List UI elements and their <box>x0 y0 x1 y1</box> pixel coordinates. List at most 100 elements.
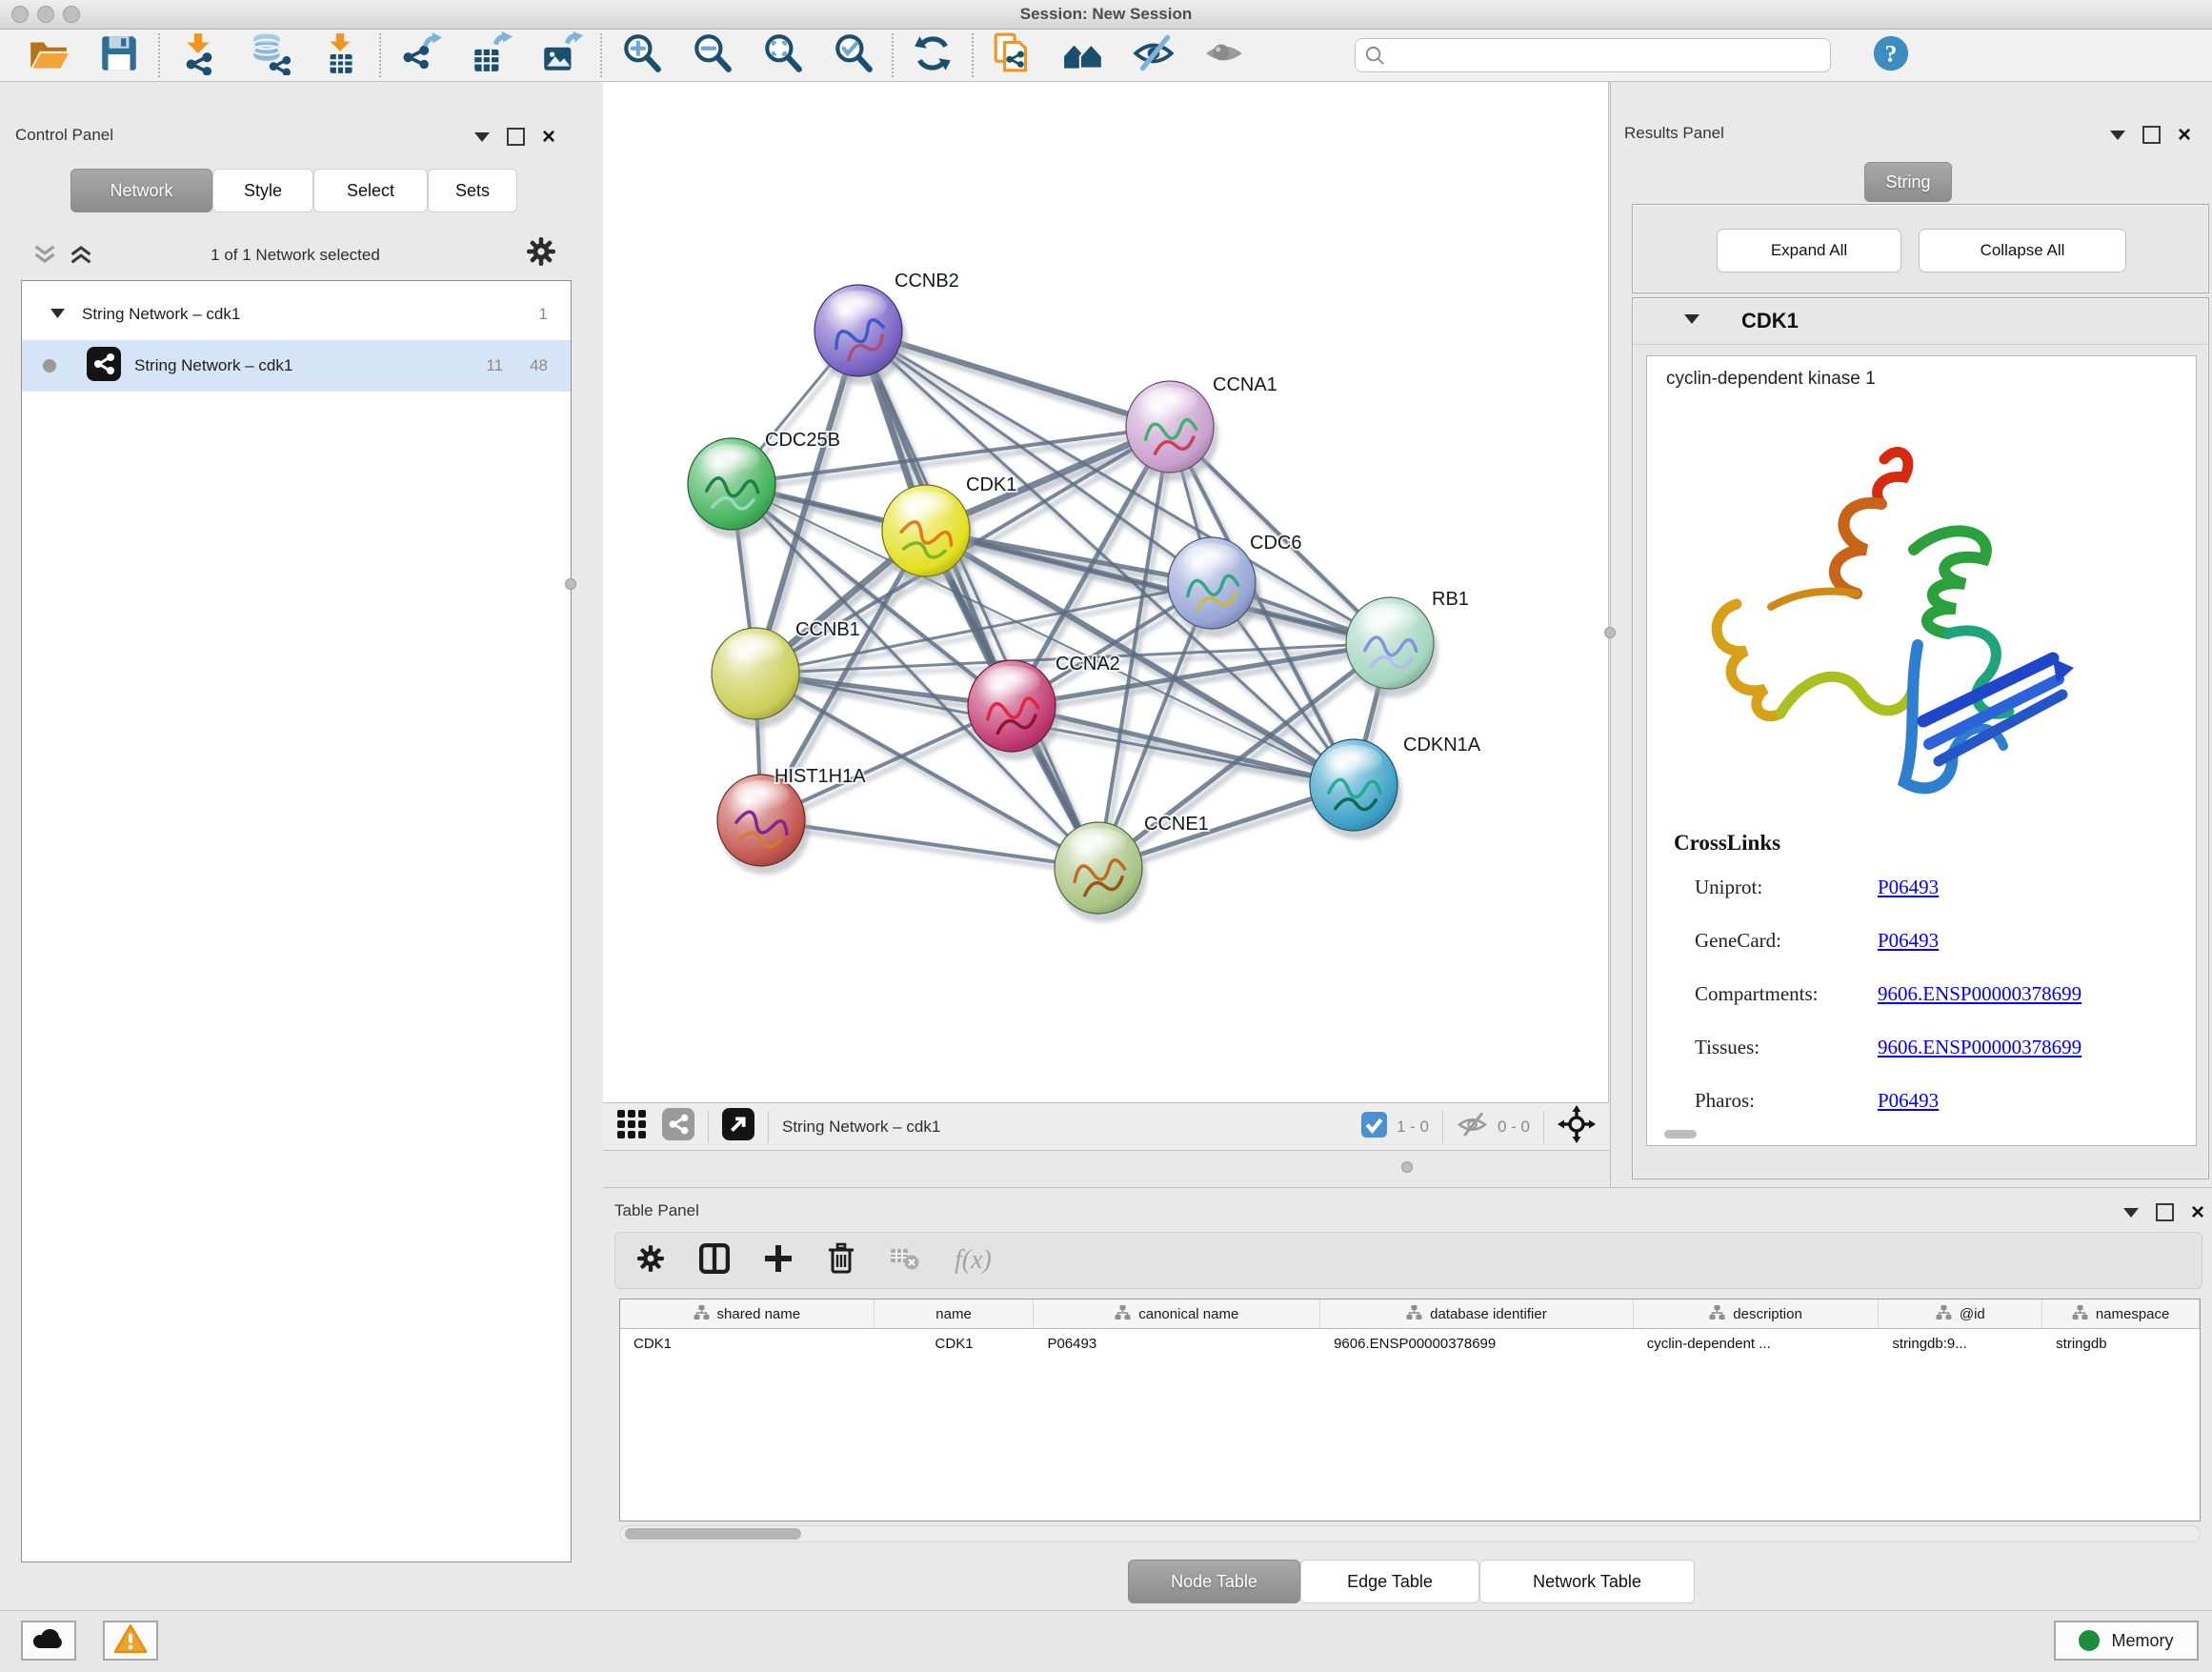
column-header-canonical-name[interactable]: canonical name <box>1034 1299 1320 1328</box>
zoom-in-button[interactable] <box>617 31 665 79</box>
toolbar-separator <box>972 33 974 77</box>
splitter-handle[interactable] <box>1401 1161 1413 1173</box>
horizontal-scrollbar-thumb[interactable] <box>1664 1130 1697 1138</box>
column-header-name[interactable]: name <box>875 1299 1035 1328</box>
crosslink-link[interactable]: P06493 <box>1878 929 1939 953</box>
import-table-file-button[interactable] <box>316 31 364 79</box>
home-networks-button[interactable] <box>1059 31 1107 79</box>
search-input[interactable] <box>1355 38 1831 72</box>
gear-icon[interactable] <box>526 236 556 272</box>
expand-all-button[interactable]: Expand All <box>1717 229 1901 272</box>
network-canvas[interactable]: CCNB2CCNA1CDC25BCDK1CDC6RB1CCNB1CCNA2CDK… <box>603 82 1609 1102</box>
gene-section-header[interactable]: CDK1 <box>1633 298 2208 345</box>
copy-style-button[interactable] <box>989 31 1036 79</box>
eye-icon <box>1202 31 1246 80</box>
export-network-button[interactable] <box>396 31 444 79</box>
network-row[interactable]: String Network – cdk1 11 48 <box>22 340 571 392</box>
panel-close-icon[interactable]: × <box>2191 1205 2204 1219</box>
gene-section-box: CDK1 cyclin-dependent kinase 1 <box>1632 297 2209 1179</box>
panel-menu-icon[interactable] <box>2123 1208 2139 1218</box>
table-row[interactable]: CDK1CDK1P064939606.ENSP00000378699cyclin… <box>620 1329 2200 1358</box>
network-share-icon[interactable] <box>662 1108 694 1145</box>
panel-float-icon[interactable] <box>507 128 525 146</box>
table-horizontal-scrollbar[interactable] <box>619 1525 2201 1542</box>
export-network-icon <box>398 31 442 80</box>
network-node-ccnb1[interactable]: CCNB1 <box>712 619 860 728</box>
table-cell[interactable]: 9606.ENSP00000378699 <box>1320 1329 1634 1358</box>
delete-column-trash-icon[interactable] <box>827 1242 855 1279</box>
tab-style[interactable]: Style <box>212 169 313 212</box>
table-cell[interactable]: CDK1 <box>620 1329 875 1358</box>
export-table-button[interactable] <box>467 31 514 79</box>
save-session-button[interactable] <box>95 31 143 79</box>
open-session-button[interactable] <box>25 31 72 79</box>
splitter-handle[interactable] <box>565 578 576 590</box>
scrollbar-thumb[interactable] <box>625 1528 801 1540</box>
table-cell[interactable]: P06493 <box>1034 1329 1320 1358</box>
zoom-out-button[interactable] <box>688 31 735 79</box>
help-button[interactable]: ? <box>1867 31 1915 79</box>
network-collection-row[interactable]: String Network – cdk1 1 <box>22 289 571 340</box>
birdseye-crosshair-icon[interactable] <box>1558 1105 1596 1148</box>
table-cell[interactable]: CDK1 <box>875 1329 1035 1358</box>
toolbar-separator <box>379 33 381 77</box>
section-collapse-icon[interactable] <box>1684 312 1699 330</box>
column-header-database-identifier[interactable]: database identifier <box>1320 1299 1634 1328</box>
table-cell[interactable]: cyclin-dependent ... <box>1634 1329 1880 1358</box>
column-header-label: @id <box>1960 1306 1985 1322</box>
column-header-description[interactable]: description <box>1634 1299 1880 1328</box>
network-node-ccna2[interactable]: CCNA2 <box>968 654 1120 760</box>
column-header-shared-name[interactable]: shared name <box>620 1299 875 1328</box>
export-image-button[interactable] <box>537 31 585 79</box>
expand-all-tree-icon[interactable] <box>69 244 93 270</box>
import-network-database-button[interactable] <box>246 31 293 79</box>
panel-menu-icon[interactable] <box>474 132 490 142</box>
crosslink-link[interactable]: 9606.ENSP00000378699 <box>1878 1036 2081 1059</box>
tab-network-table[interactable]: Network Table <box>1479 1560 1695 1603</box>
show-columns-icon[interactable] <box>699 1243 730 1279</box>
hidden-eye-slash-icon[interactable] <box>1457 1109 1488 1145</box>
crosslink-link[interactable]: 9606.ENSP00000378699 <box>1878 982 2081 1006</box>
tab-select[interactable]: Select <box>313 169 428 212</box>
splitter-handle[interactable] <box>1604 627 1616 638</box>
tab-network[interactable]: Network <box>70 169 212 212</box>
panel-float-icon[interactable] <box>2142 126 2161 144</box>
network-node-ccne1[interactable]: CCNE1 <box>1055 814 1209 922</box>
panel-menu-icon[interactable] <box>2110 131 2125 140</box>
network-node-cdkn1a[interactable]: CDKN1A <box>1310 735 1481 839</box>
network-node-ccna1[interactable]: CCNA1 <box>1126 374 1277 481</box>
tab-node-table[interactable]: Node Table <box>1128 1560 1300 1603</box>
cloud-button[interactable] <box>21 1621 76 1661</box>
show-graphics-button[interactable] <box>1200 31 1248 79</box>
import-network-file-button[interactable] <box>175 31 223 79</box>
zoom-fit-button[interactable] <box>758 31 806 79</box>
crosslink-link[interactable]: P06493 <box>1878 876 1939 899</box>
column-header-@id[interactable]: @id <box>1879 1299 2042 1328</box>
table-cell[interactable]: stringdb <box>2042 1329 2200 1358</box>
detach-view-icon[interactable] <box>722 1108 754 1145</box>
memory-button[interactable]: Memory <box>2054 1621 2199 1661</box>
crosslink-link[interactable]: P06493 <box>1878 1089 1939 1113</box>
warnings-button[interactable] <box>103 1621 158 1661</box>
network-node-rb1[interactable]: RB1 <box>1346 589 1469 697</box>
selected-checkbox-icon[interactable] <box>1361 1112 1387 1142</box>
collapse-all-tree-icon[interactable] <box>32 244 57 270</box>
refresh-button[interactable] <box>909 31 956 79</box>
hide-unhide-button[interactable] <box>1130 31 1177 79</box>
add-column-icon[interactable] <box>764 1244 793 1278</box>
tab-edge-table[interactable]: Edge Table <box>1300 1560 1479 1603</box>
panel-close-icon[interactable]: × <box>2178 128 2191 142</box>
zoom-selected-button[interactable] <box>829 31 876 79</box>
grid-view-icon[interactable] <box>616 1109 647 1144</box>
collapse-all-button[interactable]: Collapse All <box>1919 229 2126 272</box>
panel-float-icon[interactable] <box>2156 1203 2174 1221</box>
table-cell[interactable]: stringdb:9... <box>1879 1329 2042 1358</box>
tree-expand-icon[interactable] <box>50 305 65 324</box>
panel-close-icon[interactable]: × <box>542 130 555 144</box>
tab-sets[interactable]: Sets <box>428 169 517 212</box>
table-gear-icon[interactable] <box>636 1244 665 1278</box>
network-node-hist1h1a[interactable]: HIST1H1A <box>717 766 866 875</box>
column-header-namespace[interactable]: namespace <box>2042 1299 2200 1328</box>
network-node-ccnb2[interactable]: CCNB2 <box>814 271 959 385</box>
tab-string[interactable]: String <box>1864 162 1952 202</box>
